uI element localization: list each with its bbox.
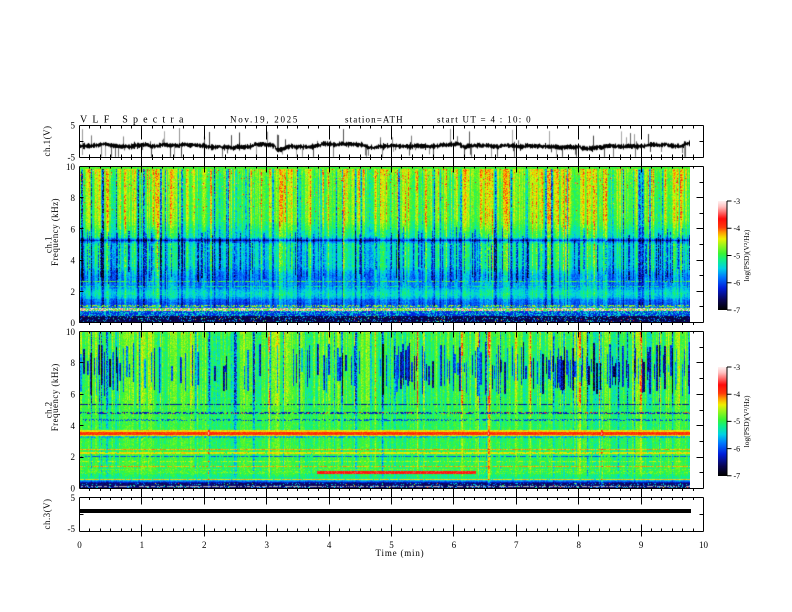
svg-text:7: 7 (514, 540, 519, 550)
svg-text:start UT = 4 : 10: 0: start UT = 4 : 10: 0 (437, 115, 532, 125)
svg-text:0: 0 (77, 540, 82, 550)
svg-text:-6: -6 (734, 444, 741, 453)
svg-text:10: 10 (66, 162, 76, 172)
svg-text:8: 8 (576, 540, 581, 550)
svg-text:-7: -7 (734, 472, 741, 481)
svg-text:log(PSD)(V²/Hz): log(PSD)(V²/Hz) (742, 395, 751, 447)
svg-text:log(PSD)(V²/Hz): log(PSD)(V²/Hz) (742, 229, 751, 281)
svg-text:10: 10 (699, 540, 709, 550)
svg-text:8: 8 (71, 358, 76, 368)
svg-text:station=ATH: station=ATH (345, 115, 404, 125)
svg-text:9: 9 (639, 540, 644, 550)
svg-text:5: 5 (71, 493, 76, 503)
svg-text:-6: -6 (734, 279, 741, 288)
svg-text:-5: -5 (68, 524, 76, 534)
svg-text:Nov.19, 2025: Nov.19, 2025 (230, 115, 299, 125)
svg-text:Frequency (kHz): Frequency (kHz) (50, 198, 60, 266)
svg-text:0: 0 (71, 484, 76, 494)
svg-text:4: 4 (327, 540, 332, 550)
svg-text:Frequency (kHz): Frequency (kHz) (50, 363, 60, 431)
svg-text:-3: -3 (734, 363, 741, 372)
svg-text:1: 1 (140, 540, 145, 550)
svg-text:-7: -7 (734, 306, 741, 315)
svg-text:-3: -3 (734, 197, 741, 206)
svg-text:6: 6 (452, 540, 457, 550)
svg-text:10: 10 (66, 327, 76, 337)
svg-text:-5: -5 (734, 417, 741, 426)
svg-text:3: 3 (264, 540, 269, 550)
svg-text:8: 8 (71, 193, 76, 203)
svg-text:2: 2 (202, 540, 207, 550)
svg-text:4: 4 (71, 421, 76, 431)
svg-text:2: 2 (71, 452, 76, 462)
svg-text:5: 5 (71, 120, 76, 130)
svg-text:-5: -5 (734, 251, 741, 260)
svg-text:ch.3(V): ch.3(V) (42, 499, 52, 530)
svg-text:2: 2 (71, 287, 76, 297)
svg-text:4: 4 (71, 256, 76, 266)
svg-text:6: 6 (71, 224, 76, 234)
svg-text:Time (min): Time (min) (376, 548, 425, 558)
svg-text:ch.1(V): ch.1(V) (42, 126, 52, 157)
svg-text:6: 6 (71, 390, 76, 400)
svg-text:-4: -4 (734, 390, 741, 399)
svg-text:VLF Spectra: VLF Spectra (80, 115, 189, 126)
svg-text:-4: -4 (734, 224, 741, 233)
